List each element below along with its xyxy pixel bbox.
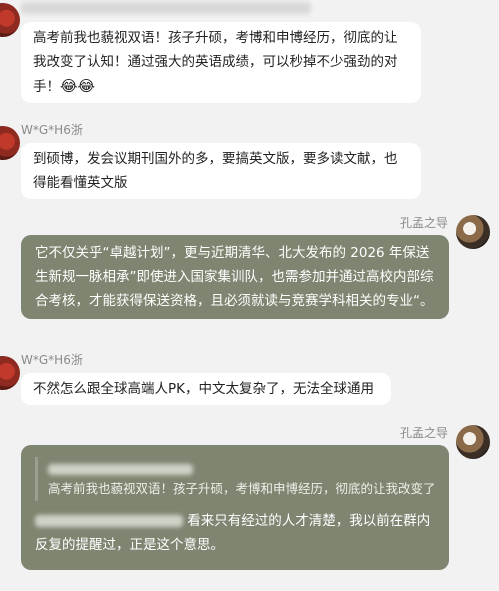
reply-body: 看来只有经过的人才清楚，我以前在群内反复的提醒过，正是这个意思。 (35, 509, 435, 557)
quoted-text: 高考前我也藐视双语！孩子升硕，考博和申博经历，彻底的让我改变了... (48, 481, 435, 496)
sender-name: W*G*H6浙 (21, 353, 83, 367)
sender-name: W*G*H6浙 (21, 123, 83, 137)
mention-blurred (35, 515, 183, 527)
laughing-emoji-icon: 😂😂 (60, 77, 96, 95)
message-bubble[interactable]: 不然怎么跟全球高端人PK，中文太复杂了，无法全球通用 (21, 373, 391, 405)
message-bubble[interactable]: 到硕博，发会议期刊国外的多，要搞英文版，要多读文献，也得能看懂英文版 (21, 143, 421, 199)
message-bubble[interactable]: 高考前我也藐视双语！孩子升硕，考博和申博经历，彻底的让我改变了... 看来只有经… (21, 445, 449, 570)
user-avatar[interactable] (456, 215, 490, 249)
user-avatar[interactable] (0, 3, 20, 37)
message-text: 不然怎么跟全球高端人PK，中文太复杂了，无法全球通用 (33, 381, 374, 397)
message-bubble[interactable]: 高考前我也藐视双语！孩子升硕，考博和申博经历，彻底的让我改变了认知！通过强大的英… (21, 22, 421, 103)
sender-name-blurred (21, 0, 311, 14)
user-avatar[interactable] (456, 425, 490, 459)
sender-name: 孔孟之导 (400, 426, 449, 440)
user-avatar[interactable] (0, 126, 20, 160)
message-text: 它不仅关乎“卓越计划”，更与近期清华、北大发布的 2026 年保送生新规一脉相承… (35, 245, 434, 309)
user-avatar[interactable] (0, 356, 20, 390)
message-bubble[interactable]: 它不仅关乎“卓越计划”，更与近期清华、北大发布的 2026 年保送生新规一脉相承… (21, 235, 449, 319)
quoted-message[interactable]: 高考前我也藐视双语！孩子升硕，考博和申博经历，彻底的让我改变了... (35, 457, 435, 501)
message-text: 到硕博，发会议期刊国外的多，要搞英文版，要多读文献，也得能看懂英文版 (33, 151, 398, 191)
quoted-sender-blurred (48, 459, 435, 479)
sender-name: 孔孟之导 (400, 216, 449, 230)
